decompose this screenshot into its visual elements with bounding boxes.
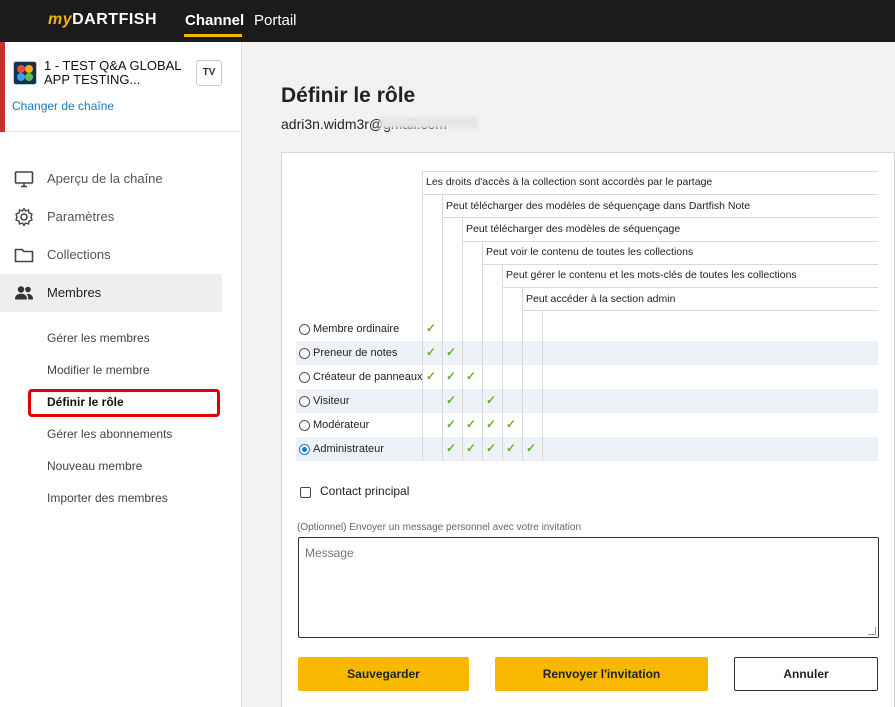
role-row-band [296,413,878,437]
folder-icon [14,248,34,263]
role-radio-member[interactable] [299,324,310,335]
role-radio-board-creator[interactable] [299,372,310,383]
check-icon: ✓ [486,393,497,407]
grid-line [502,287,878,288]
check-icon: ✓ [426,345,437,359]
sidebar-item-settings[interactable]: Paramètres [0,198,222,236]
monitor-icon [14,171,34,188]
grid-line [442,217,878,218]
role-label: Preneur de notes [313,347,398,359]
role-radio-administrator[interactable] [299,444,310,455]
page-title: Définir le rôle [281,84,416,107]
sidebar-item-channel-overview[interactable]: Aperçu de la chaîne [0,160,222,198]
grid-line [542,310,543,461]
permission-label: Les droits d'accès à la collection sont … [426,176,713,188]
check-icon: ✓ [446,345,457,359]
mydartfish-logo[interactable]: myDARTFISH [48,11,157,29]
role-label: Visiteur [313,395,350,407]
submenu-new-member[interactable]: Nouveau membre [47,459,142,473]
channel-name: 1 - TEST Q&A GLOBAL APP TESTING... [44,58,182,87]
check-icon: ✓ [446,417,457,431]
check-icon: ✓ [466,417,477,431]
channel-selector: 1 - TEST Q&A GLOBAL APP TESTING... TV Ch… [0,42,241,132]
check-icon: ✓ [526,441,537,455]
sidebar-item-label: Paramètres [47,209,115,224]
resend-invitation-button[interactable]: Renvoyer l'invitation [495,657,708,691]
role-radio-visitor[interactable] [299,396,310,407]
role-label: Administrateur [313,443,384,455]
logo-brand: DARTFISH [72,11,158,28]
sidebar-item-label: Aperçu de la chaîne [47,171,163,186]
grid-line [422,194,878,195]
check-icon: ✓ [426,369,437,383]
channel-logo [13,61,37,85]
active-tab-indicator [184,34,242,37]
channel-active-bar [0,42,5,132]
sidebar: 1 - TEST Q&A GLOBAL APP TESTING... TV Ch… [0,42,242,707]
message-hint: (Optionnel) Envoyer un message personnel… [297,522,582,533]
sidebar-item-label: Collections [47,247,111,262]
submenu-manage-members[interactable]: Gérer les membres [47,331,150,345]
permission-label: Peut accéder à la section admin [526,293,676,305]
cancel-button[interactable]: Annuler [734,657,878,691]
grid-line [482,264,878,265]
sidebar-item-members[interactable]: Membres [0,274,222,312]
grid-line [522,310,878,311]
primary-contact-checkbox[interactable] [300,487,311,498]
check-icon: ✓ [486,441,497,455]
tv-badge[interactable]: TV [196,60,222,86]
top-navigation-bar: myDARTFISH Channel Portail [0,0,895,42]
role-card: Les droits d'accès à la collection sont … [281,152,895,707]
grid-line [462,241,878,242]
check-icon: ✓ [446,441,457,455]
check-icon: ✓ [426,321,437,335]
email-redaction [380,117,478,128]
check-icon: ✓ [486,417,497,431]
grid-line [522,287,523,461]
role-label: Modérateur [313,419,370,431]
grid-line [422,171,878,172]
grid-line [482,241,483,461]
role-radio-moderator[interactable] [299,420,310,431]
logo-my: my [48,11,73,28]
check-icon: ✓ [466,441,477,455]
role-label: Membre ordinaire [313,323,400,335]
primary-contact-label: Contact principal [320,484,410,498]
permission-label: Peut voir le contenu de toutes les colle… [486,246,694,258]
gear-icon [15,207,33,227]
role-label: Créateur de panneaux [313,371,423,383]
resize-grip-icon[interactable] [868,627,876,635]
submenu-edit-member[interactable]: Modifier le membre [47,363,150,377]
role-radio-note-taker[interactable] [299,348,310,359]
submenu-import-members[interactable]: Importer des membres [47,491,168,505]
check-icon: ✓ [446,369,457,383]
permission-label: Peut gérer le contenu et les mots-clés d… [506,269,797,281]
tab-portail[interactable]: Portail [254,12,297,29]
check-icon: ✓ [466,369,477,383]
sidebar-item-label: Membres [47,285,102,300]
grid-line [502,264,503,461]
change-channel-link[interactable]: Changer de chaîne [12,99,114,113]
users-icon [15,286,33,300]
permission-label: Peut télécharger des modèles de séquença… [466,223,681,235]
permission-label: Peut télécharger des modèles de séquença… [446,200,751,212]
grid-line [422,171,423,461]
sidebar-item-collections[interactable]: Collections [0,236,222,274]
check-icon: ✓ [446,393,457,407]
message-placeholder: Message [305,546,354,560]
submenu-manage-subscriptions[interactable]: Gérer les abonnements [47,427,172,441]
save-button[interactable]: Sauvegarder [298,657,469,691]
submenu-define-role[interactable]: Définir le rôle [47,395,124,409]
tab-channel[interactable]: Channel [185,12,244,29]
check-icon: ✓ [506,417,517,431]
message-textarea[interactable]: Message [298,537,879,638]
grid-line [442,194,443,461]
role-row-band [296,389,878,413]
check-icon: ✓ [506,441,517,455]
grid-line [462,217,463,461]
